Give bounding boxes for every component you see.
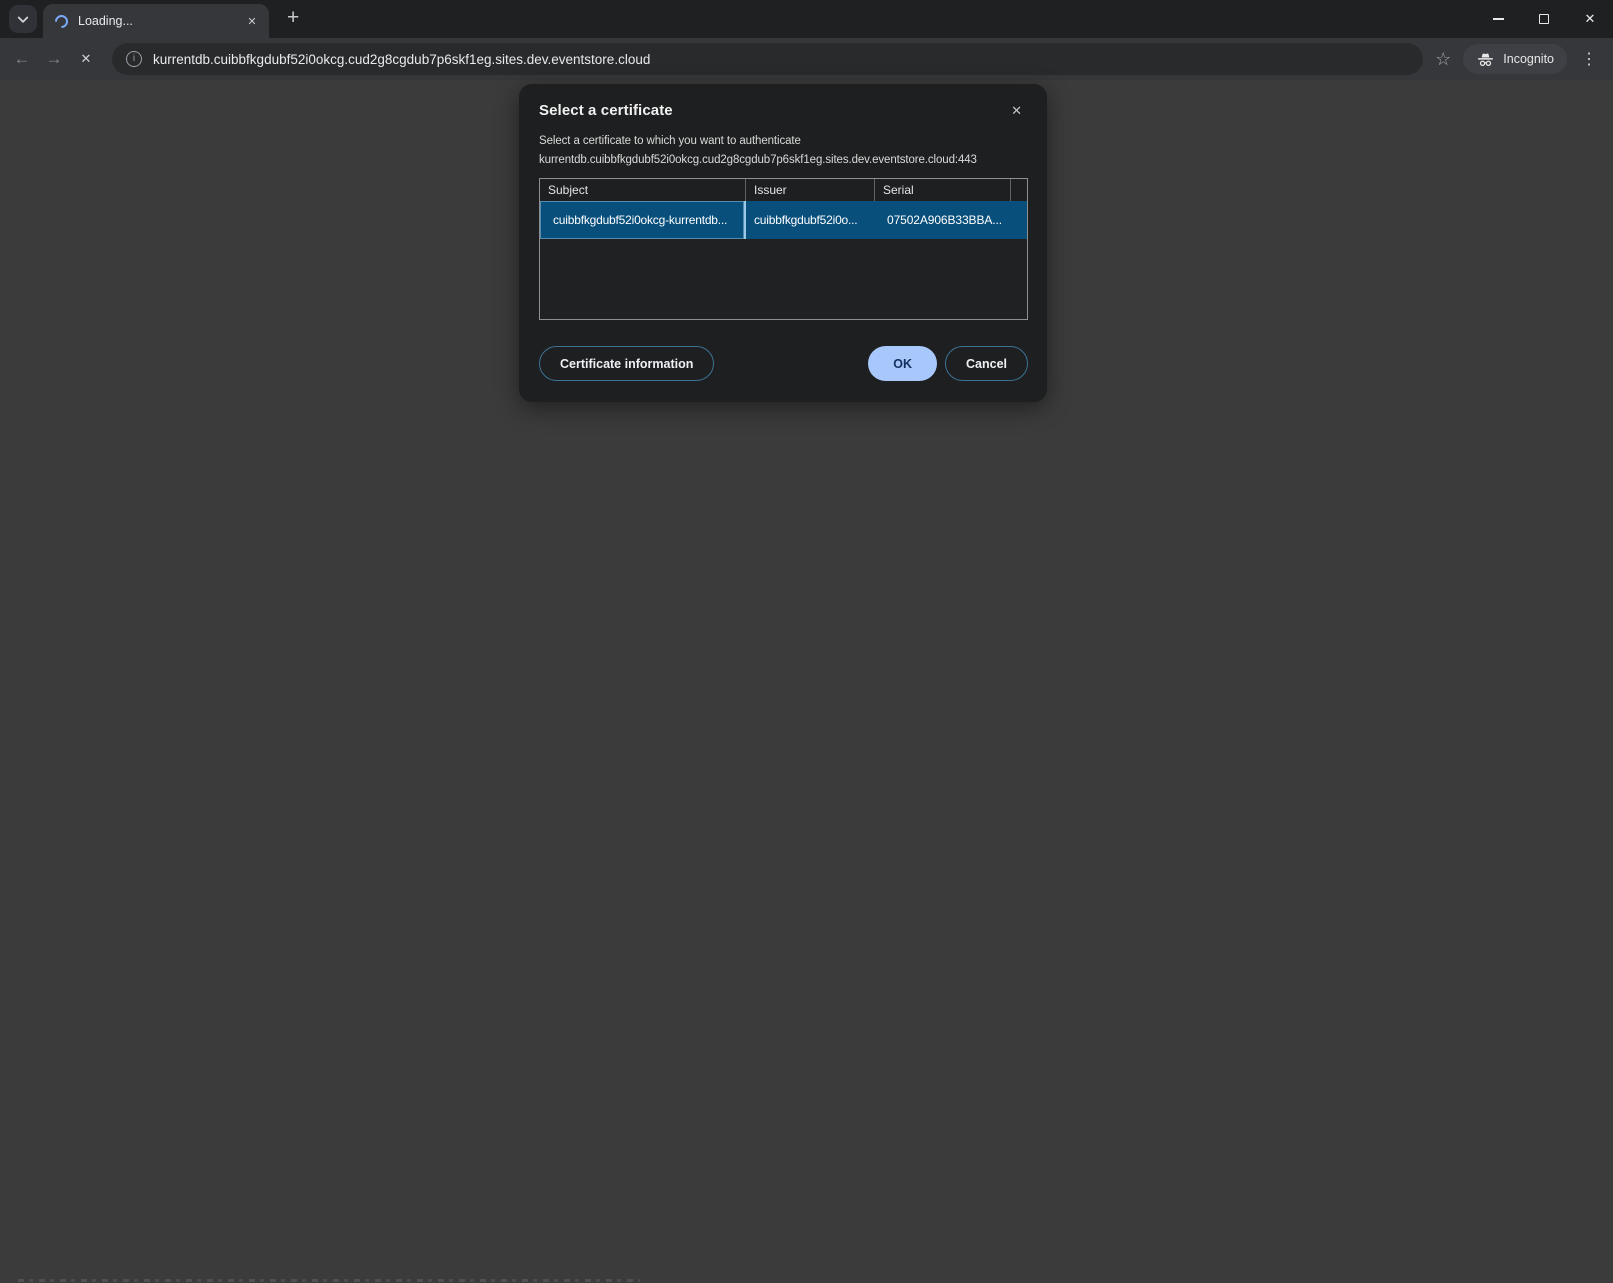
page-content: Select a certificate ✕ Select a certific…: [0, 80, 1613, 1283]
column-header-spacer: [1011, 179, 1027, 201]
status-text-remnant: [18, 1279, 640, 1282]
dialog-subtitle: Select a certificate to which you want t…: [539, 132, 1028, 170]
certificate-issuer-cell: cuibbfkgdubf52i0o...: [746, 201, 877, 239]
column-header-issuer[interactable]: Issuer: [746, 179, 875, 201]
column-header-serial[interactable]: Serial: [875, 179, 1011, 201]
maximize-button[interactable]: [1521, 0, 1567, 38]
new-tab-button[interactable]: +: [283, 7, 303, 31]
active-tab[interactable]: Loading... ✕: [43, 4, 269, 38]
window-controls: ✕: [1475, 0, 1613, 38]
close-icon: ✕: [1585, 11, 1596, 27]
certificate-table-header: Subject Issuer Serial: [540, 179, 1027, 201]
browser-menu-kebab-icon[interactable]: ⋮: [1575, 49, 1603, 69]
forward-button[interactable]: →: [38, 43, 70, 75]
tab-strip: Loading... ✕ + ✕: [0, 0, 1613, 38]
stop-loading-button[interactable]: ✕: [70, 43, 102, 75]
address-bar[interactable]: i kurrentdb.cuibbfkgdubf52i0okcg.cud2g8c…: [112, 43, 1423, 75]
ok-button[interactable]: OK: [868, 346, 937, 381]
minimize-icon: [1493, 18, 1504, 20]
cancel-button[interactable]: Cancel: [945, 346, 1028, 381]
loading-spinner-icon: [52, 12, 70, 30]
certificate-dialog: Select a certificate ✕ Select a certific…: [519, 84, 1047, 402]
dialog-subtitle-line2: kurrentdb.cuibbfkgdubf52i0okcg.cud2g8cgd…: [539, 154, 977, 166]
site-info-icon[interactable]: i: [126, 51, 142, 67]
dialog-actions: Certificate information OK Cancel: [539, 346, 1028, 381]
url-text[interactable]: kurrentdb.cuibbfkgdubf52i0okcg.cud2g8cgd…: [153, 52, 650, 67]
incognito-label: Incognito: [1503, 52, 1554, 66]
certificate-table: Subject Issuer Serial cuibbfkgdubf52i0ok…: [539, 178, 1028, 320]
browser-window: Loading... ✕ + ✕ ← → ✕ i kurrentdb.cuibb…: [0, 0, 1613, 1283]
tab-title: Loading...: [78, 14, 243, 28]
window-close-button[interactable]: ✕: [1567, 0, 1613, 38]
maximize-icon: [1539, 14, 1549, 24]
dialog-close-icon[interactable]: ✕: [1011, 103, 1022, 119]
certificate-subject-cell: cuibbfkgdubf52i0okcg-kurrentdb...: [540, 201, 746, 239]
dialog-subtitle-line1: Select a certificate to which you want t…: [539, 135, 801, 147]
dialog-title: Select a certificate: [539, 102, 673, 119]
column-header-subject[interactable]: Subject: [540, 179, 746, 201]
certificate-serial-cell: 07502A906B33BBA...: [877, 201, 1027, 239]
tab-search-button[interactable]: [9, 5, 37, 33]
back-button[interactable]: ←: [6, 43, 38, 75]
certificate-information-button[interactable]: Certificate information: [539, 346, 714, 381]
toolbar: ← → ✕ i kurrentdb.cuibbfkgdubf52i0okcg.c…: [0, 38, 1613, 80]
dialog-header: Select a certificate ✕: [539, 102, 1028, 119]
incognito-icon: [1476, 50, 1495, 69]
tab-close-icon[interactable]: ✕: [243, 12, 261, 30]
minimize-button[interactable]: [1475, 0, 1521, 38]
certificate-row-selected[interactable]: cuibbfkgdubf52i0okcg-kurrentdb... cuibbf…: [540, 201, 1027, 239]
chevron-down-icon: [17, 12, 28, 23]
bookmark-star-icon[interactable]: ☆: [1431, 49, 1455, 70]
incognito-badge: Incognito: [1463, 44, 1567, 74]
